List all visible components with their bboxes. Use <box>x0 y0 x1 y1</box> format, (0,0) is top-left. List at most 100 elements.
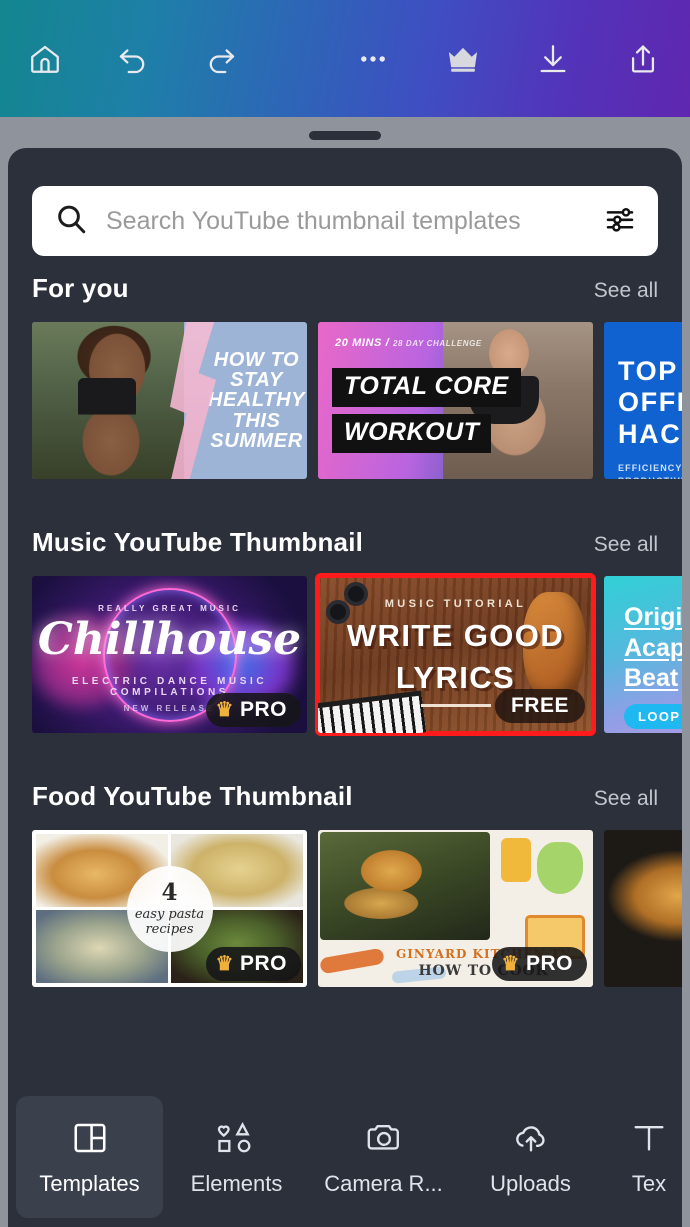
thumbnail-line-3: HACKS <box>618 418 682 449</box>
template-sections[interactable]: For you See all HOW TO STAY HEALTHY THIS… <box>8 273 682 1083</box>
editor-toolbar <box>0 0 690 117</box>
tab-uploads[interactable]: Uploads <box>457 1096 604 1218</box>
thumbnail-script-title: Chillhouse <box>37 614 302 665</box>
template-card-how-to-stay-healthy[interactable]: HOW TO STAY HEALTHY THIS SUMMER <box>32 322 307 479</box>
knife-decoration <box>319 947 385 975</box>
tab-label: Templates <box>39 1171 140 1196</box>
tab-label: Camera R... <box>324 1171 443 1196</box>
pro-badge: ♛ PRO <box>205 693 301 727</box>
thumbnail-photo <box>32 322 184 479</box>
thumbnail-eyebrow: MUSIC TUTORIAL <box>384 598 527 610</box>
section-title: Music YouTube Thumbnail <box>32 527 364 557</box>
section-header: Food YouTube Thumbnail See all <box>8 781 682 812</box>
panel-drag-handle[interactable] <box>309 131 381 140</box>
text-icon <box>630 1117 668 1159</box>
pro-badge: ♛ PRO <box>491 947 587 981</box>
download-icon[interactable] <box>530 36 576 82</box>
free-badge: FREE <box>494 689 585 723</box>
tab-templates[interactable]: Templates <box>16 1096 163 1218</box>
tab-camera-roll[interactable]: Camera R... <box>310 1096 457 1218</box>
see-all-music[interactable]: See all <box>594 533 658 557</box>
section-title: Food YouTube Thumbnail <box>32 781 353 811</box>
template-row-for-you[interactable]: HOW TO STAY HEALTHY THIS SUMMER 20 MINS … <box>8 322 682 479</box>
redo-icon[interactable] <box>198 36 244 82</box>
crown-icon: ♛ <box>215 699 234 721</box>
crown-icon: ♛ <box>501 953 520 975</box>
line-3: HEALTHY <box>207 389 306 412</box>
camera-icon <box>364 1117 404 1159</box>
thumbnail-line-1: TOP 5 <box>618 356 682 386</box>
recipe-count: 4 <box>161 878 178 906</box>
section-header: Music YouTube Thumbnail See all <box>8 527 682 558</box>
thumbnail-button-label: LOOP FO <box>624 703 682 729</box>
toolbar-right-group <box>350 36 690 82</box>
template-row-food[interactable]: 4 easy pasta recipes ♛ PRO GINYARD KITCH… <box>8 830 682 987</box>
thumbnail-subtitle: EFFICIENCY AND PRODUCTIVITY IN THE WORKP… <box>618 462 682 479</box>
line-4: THIS <box>232 409 281 432</box>
tab-elements[interactable]: Elements <box>163 1096 310 1218</box>
template-card-original-acapella-beats[interactable]: Origi Acap Beat LOOP FO <box>604 576 682 733</box>
template-row-music[interactable]: REALLY GREAT MUSIC Chillhouse ELECTRIC D… <box>8 573 682 736</box>
tab-label: Uploads <box>490 1171 571 1196</box>
free-badge-label: FREE <box>510 694 569 717</box>
pro-badge-label: PRO <box>525 952 573 975</box>
share-icon[interactable] <box>620 36 666 82</box>
template-card-total-core-workout[interactable]: 20 MINS / 28 DAY CHALLENGE TOTAL CORE WO… <box>318 322 593 479</box>
thumbnail-caption-circle: 4 easy pasta recipes <box>126 865 213 952</box>
template-card-food-partial[interactable] <box>604 830 682 987</box>
line-2: STAY <box>230 368 283 391</box>
tab-label: Tex <box>631 1171 667 1196</box>
caption-line-2: recipes <box>145 921 194 937</box>
search-input[interactable] <box>106 206 590 236</box>
eyebrow-sub: 28 DAY CHALLENGE <box>392 339 482 348</box>
home-icon[interactable] <box>22 36 68 82</box>
shapes-icon <box>217 1117 257 1159</box>
thumbnail-top-label: REALLY GREAT MUSIC <box>98 604 241 613</box>
template-card-write-good-lyrics[interactable]: MUSIC TUTORIAL WRITE GOOD LYRICS FREE <box>315 573 596 736</box>
app-root: For you See all HOW TO STAY HEALTHY THIS… <box>0 0 690 1227</box>
crown-icon[interactable] <box>440 36 486 82</box>
pro-badge-label: PRO <box>239 698 287 721</box>
templates-panel: For you See all HOW TO STAY HEALTHY THIS… <box>8 148 682 1227</box>
section-title: For you <box>32 273 129 303</box>
thumbnail-line-3: Beat <box>624 664 679 692</box>
template-card-ginyard-kitchen[interactable]: GINYARD KITCHEN TV HOW TO COOK ♛ PRO <box>318 830 593 987</box>
spatula-decoration <box>501 838 531 882</box>
search-icon <box>54 202 88 241</box>
search-bar[interactable] <box>32 186 658 256</box>
template-card-top-office-hacks[interactable]: TOP 5 OFFICE HACKS EFFICIENCY AND PRODUC… <box>604 322 682 479</box>
more-options-icon[interactable] <box>350 36 396 82</box>
thumbnail-line-2: WORKOUT <box>332 414 492 453</box>
sliders-icon[interactable] <box>604 203 636 240</box>
tab-label: Elements <box>190 1171 283 1196</box>
template-card-four-easy-pasta-recipes[interactable]: 4 easy pasta recipes ♛ PRO <box>32 830 307 987</box>
thumbnail-line-2: OFFICE <box>618 387 682 418</box>
food-photo <box>320 832 490 940</box>
section-header: For you See all <box>8 273 682 304</box>
see-all-food[interactable]: See all <box>594 787 658 811</box>
template-card-chillhouse[interactable]: REALLY GREAT MUSIC Chillhouse ELECTRIC D… <box>32 576 307 733</box>
tab-text[interactable]: Tex <box>604 1096 682 1218</box>
pro-badge: ♛ PRO <box>205 947 301 981</box>
line-5: SUMMER <box>210 430 303 453</box>
section-music: Music YouTube Thumbnail See all REALLY G… <box>8 527 682 736</box>
thumbnail-line-1: Origi <box>624 603 682 631</box>
thumbnail-line-2: Acap <box>624 633 682 662</box>
section-food: Food YouTube Thumbnail See all 4 easy pa… <box>8 781 682 987</box>
section-for-you: For you See all HOW TO STAY HEALTHY THIS… <box>8 273 682 479</box>
thumbnail-eyebrow: 20 MINS / 28 DAY CHALLENGE <box>335 337 482 349</box>
crown-icon: ♛ <box>215 953 234 975</box>
see-all-for-you[interactable]: See all <box>594 279 658 303</box>
bottom-navigation: Templates Elements Camera R... Uploads T… <box>8 1087 682 1227</box>
undo-icon[interactable] <box>110 36 156 82</box>
eyebrow-main: 20 MINS / <box>335 337 390 349</box>
layout-icon <box>71 1117 109 1159</box>
piano-decoration <box>318 690 427 733</box>
thumbnail-line-1: WRITE GOOD <box>346 618 565 653</box>
line-1: HOW TO <box>213 348 300 371</box>
caption-line-1: easy pasta <box>134 906 205 922</box>
oven-mitt-decoration <box>537 842 583 894</box>
toolbar-left-group <box>0 36 244 82</box>
divider-decoration <box>420 704 491 707</box>
pro-badge-label: PRO <box>239 952 287 975</box>
